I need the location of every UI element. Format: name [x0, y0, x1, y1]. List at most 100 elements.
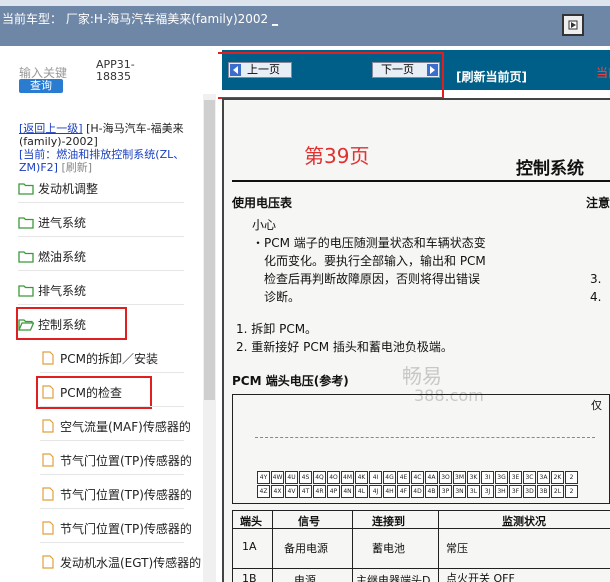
connector-pin: 3K — [467, 471, 480, 484]
section-heading: PCM 端头电压(参考) — [232, 374, 349, 388]
folder-item-engine-adjust[interactable]: 发动机调整 — [18, 178, 98, 198]
connector-pin: 4V — [285, 485, 298, 498]
table-header: 监测状况 — [502, 515, 546, 528]
table-header: 连接到 — [372, 515, 405, 528]
section-heading: 使用电压表 — [232, 196, 293, 210]
page-label: 节气门位置(TP)传感器的 — [60, 487, 192, 502]
step: 2. 重新接好 PCM 插头和蓄电池负极端。 — [236, 340, 453, 354]
folder-label: 排气系统 — [38, 283, 87, 298]
connector-pin: 3C — [523, 471, 536, 484]
folder-item-intake[interactable]: 进气系统 — [18, 212, 86, 232]
search-button[interactable]: 查询 — [19, 79, 63, 93]
table-line — [438, 510, 439, 582]
folder-icon — [18, 217, 34, 229]
connector-pin: 4O — [327, 471, 340, 484]
page-label: 节气门位置(TP)传感器的 — [60, 453, 192, 468]
right-number: 4. — [590, 290, 602, 304]
divider — [40, 440, 184, 441]
connector-pin: 3P — [439, 485, 452, 498]
table-cell: 点火开关 OFF — [446, 572, 515, 582]
divider — [18, 304, 184, 305]
connector-pin: 4R — [313, 485, 326, 498]
folder-label: 发动机调整 — [38, 181, 99, 196]
document-icon — [42, 487, 54, 501]
connector-pin: 4U — [285, 471, 298, 484]
highlight-box-control — [16, 307, 127, 340]
table-cell: 备用电源 — [284, 542, 328, 555]
arrow-right-icon[interactable] — [562, 14, 584, 36]
document-icon — [42, 555, 54, 569]
connector-pin: 2 — [565, 471, 578, 484]
connector-pin: 4S — [299, 471, 312, 484]
connector-pin: 3O — [439, 471, 452, 484]
connector-pin: 4L — [355, 485, 368, 498]
document-icon — [42, 351, 54, 365]
connector-pin: 4K — [355, 471, 368, 484]
connector-pin: 3N — [453, 485, 466, 498]
divider — [40, 474, 184, 475]
connector-pin: 4G — [383, 471, 396, 484]
table-cell: 主继电器端头D — [356, 574, 431, 582]
title-rule — [232, 180, 610, 182]
table-line — [232, 528, 610, 529]
table-header: 端头 — [240, 515, 262, 528]
connector-pin: 3H — [495, 485, 508, 498]
page-label: 发动机水温(EGT)传感器的 — [60, 555, 202, 570]
folder-item-exhaust[interactable]: 排气系统 — [18, 280, 86, 300]
connector-pin: 4Q — [313, 471, 326, 484]
connector-pin: 4W — [271, 471, 284, 484]
divider — [40, 372, 184, 373]
connector-pin: 4C — [411, 471, 424, 484]
page-item[interactable]: 节气门位置(TP)传感器的 — [42, 518, 192, 538]
folder-icon — [18, 285, 34, 297]
connector-pin: 2K — [551, 471, 564, 484]
breadcrumb-refresh-link[interactable]: [刷新] — [61, 161, 92, 174]
divider — [40, 406, 184, 407]
connector-pin: 4X — [271, 485, 284, 498]
table-cell: 常压 — [446, 542, 468, 555]
page-item[interactable]: 发动机水温(EGT)传感器的 — [42, 552, 201, 572]
current-text-cut: 当前 — [596, 66, 610, 80]
model-link[interactable]: _ — [272, 12, 278, 26]
sidebar-scrollbar[interactable] — [203, 94, 216, 582]
connector-pin: 4P — [327, 485, 340, 498]
connector-note: 仅 — [591, 399, 602, 412]
model-prefix: 当前车型： — [2, 12, 63, 26]
folder-label: 进气系统 — [38, 215, 87, 230]
page-item[interactable]: 节气门位置(TP)传感器的 — [42, 484, 192, 504]
table-line — [232, 568, 610, 569]
divider — [40, 542, 184, 543]
right-number: 3. — [590, 272, 602, 286]
connector-pin: 3F — [509, 485, 522, 498]
connector-pin: 4N — [341, 485, 354, 498]
page-item[interactable]: 空气流量(MAF)传感器的 — [42, 416, 191, 436]
sidebar: 输入关键 查询 APP31-18835 [返回上一级] [H-海马汽车-福美来(… — [0, 46, 218, 582]
page-item[interactable]: PCM的拆卸／安装 — [42, 348, 158, 368]
pin-row: 4Y 4W 4U 4S 4Q 4O 4M 4K 4I 4G 4E 4C 4A 3O 3M 3K 3I 3G 3E 3C… — [257, 471, 579, 484]
manual-page: 第39页 控制系统 使用电压表 注意 小心 ・PCM 端子的电压随测量状态和车辆… — [222, 98, 610, 582]
connector-pin: 4E — [397, 471, 410, 484]
connector-pin: 3L — [467, 485, 480, 498]
highlight-box-pcm-check — [36, 376, 152, 409]
connector-pin: 4Z — [257, 485, 270, 498]
table-header: 信号 — [298, 515, 320, 528]
refresh-page-link[interactable]: [刷新当前页] — [456, 68, 527, 85]
caution-line: ・PCM 端子的电压随测量状态和车辆状态变 — [252, 236, 486, 250]
folder-item-fuel[interactable]: 燃油系统 — [18, 246, 86, 266]
breadcrumb-back-link[interactable]: [返回上一级] — [19, 122, 83, 135]
page-label: 空气流量(MAF)传感器的 — [60, 419, 191, 434]
app-code: APP31-18835 — [96, 58, 135, 83]
caution-line: 检查后再判断故障原因，否则将得出错误 — [264, 272, 481, 286]
connector-pin: 4Y — [257, 471, 270, 484]
table-cell: 蓄电池 — [372, 542, 405, 555]
main-content: 上一页 下一页 [刷新当前页] 当前 第39页 控制系统 使用电压表 注意 小心… — [218, 46, 610, 582]
connector-pin: 4H — [383, 485, 396, 498]
document-icon — [42, 453, 54, 467]
caution-line: 化而变化。要执行全部输入，输出和 PCM — [264, 254, 486, 268]
table-cell: 1A — [242, 540, 257, 553]
scrollbar-thumb[interactable] — [204, 100, 215, 400]
page-item[interactable]: 节气门位置(TP)传感器的 — [42, 450, 192, 470]
caution-label: 小心 — [252, 218, 277, 232]
connector-pin: 4B — [425, 485, 438, 498]
document-icon — [42, 419, 54, 433]
